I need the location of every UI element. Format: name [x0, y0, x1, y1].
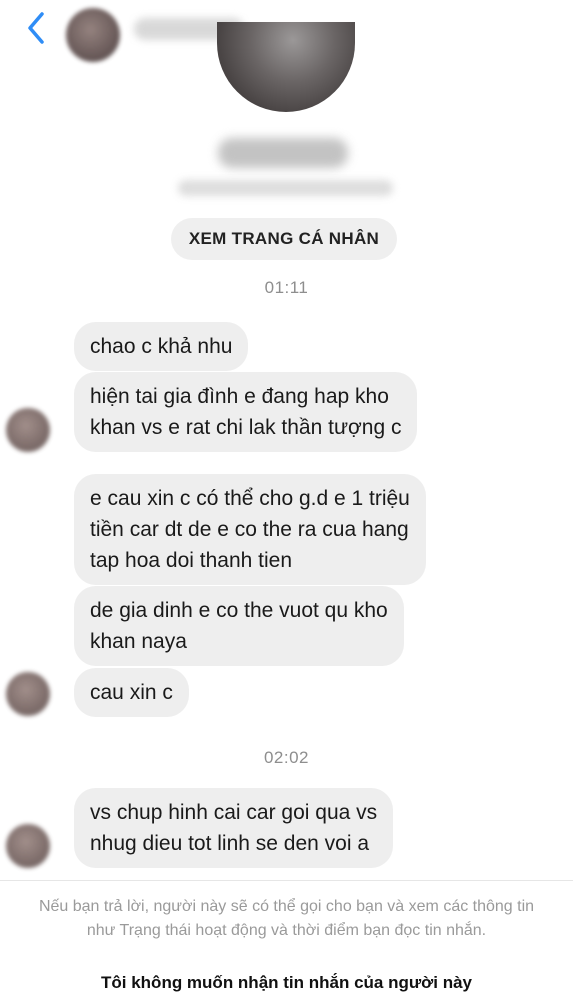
message-request-footer: Nếu bạn trả lời, người này sẽ có thể gọi… — [0, 880, 573, 1000]
message-line: tiền car dt de e co the ra cua hang — [90, 518, 409, 541]
decline-messages-button[interactable]: Tôi không muốn nhận tin nhắn của người n… — [0, 973, 573, 993]
message-line: khan naya — [90, 630, 187, 653]
message-bubble[interactable]: e cau xin c có thể cho g.d e 1 triệu tiề… — [74, 474, 426, 585]
timestamp: 01:11 — [264, 278, 309, 297]
message-line: khan vs e rat chi lak thần tượng c — [90, 416, 402, 439]
chevron-left-icon — [28, 12, 44, 44]
sender-avatar[interactable] — [6, 672, 50, 716]
message-line: nhug dieu tot linh se den voi a — [90, 832, 370, 855]
profile-avatar — [217, 22, 355, 112]
message-line: tap hoa doi thanh tien — [90, 549, 293, 572]
message-bubble[interactable]: vs chup hinh cai car goi qua vs nhug die… — [74, 788, 394, 868]
sender-avatar[interactable] — [6, 408, 50, 452]
header-avatar[interactable] — [66, 8, 120, 62]
view-profile-button[interactable]: XEM TRANG CÁ NHÂN — [171, 218, 397, 260]
timestamp: 02:02 — [263, 748, 310, 767]
profile-subtitle-redacted — [178, 180, 393, 196]
profile-name-redacted — [218, 138, 348, 168]
message-line: vs chup hinh cai car goi qua vs — [90, 801, 378, 824]
message-line: e cau xin c có thể cho g.d e 1 triệu — [90, 487, 410, 510]
sender-avatar[interactable] — [6, 824, 50, 868]
message-bubble[interactable]: hiện tai gia đình e đang hap kho khan vs… — [74, 372, 418, 452]
message-line: chao c khả nhu — [90, 335, 233, 358]
message-line: de gia dinh e co the vuot qu kho — [90, 599, 388, 622]
back-button[interactable] — [18, 8, 54, 48]
message-line: hiện tai gia đình e đang hap kho — [90, 385, 389, 408]
message-bubble[interactable]: chao c khả nhu — [74, 322, 249, 371]
message-line: cau xin c — [90, 681, 173, 704]
message-bubble[interactable]: de gia dinh e co the vuot qu kho khan na… — [74, 586, 404, 666]
message-request-note: Nếu bạn trả lời, người này sẽ có thể gọi… — [38, 898, 535, 939]
message-bubble[interactable]: cau xin c — [74, 668, 189, 717]
